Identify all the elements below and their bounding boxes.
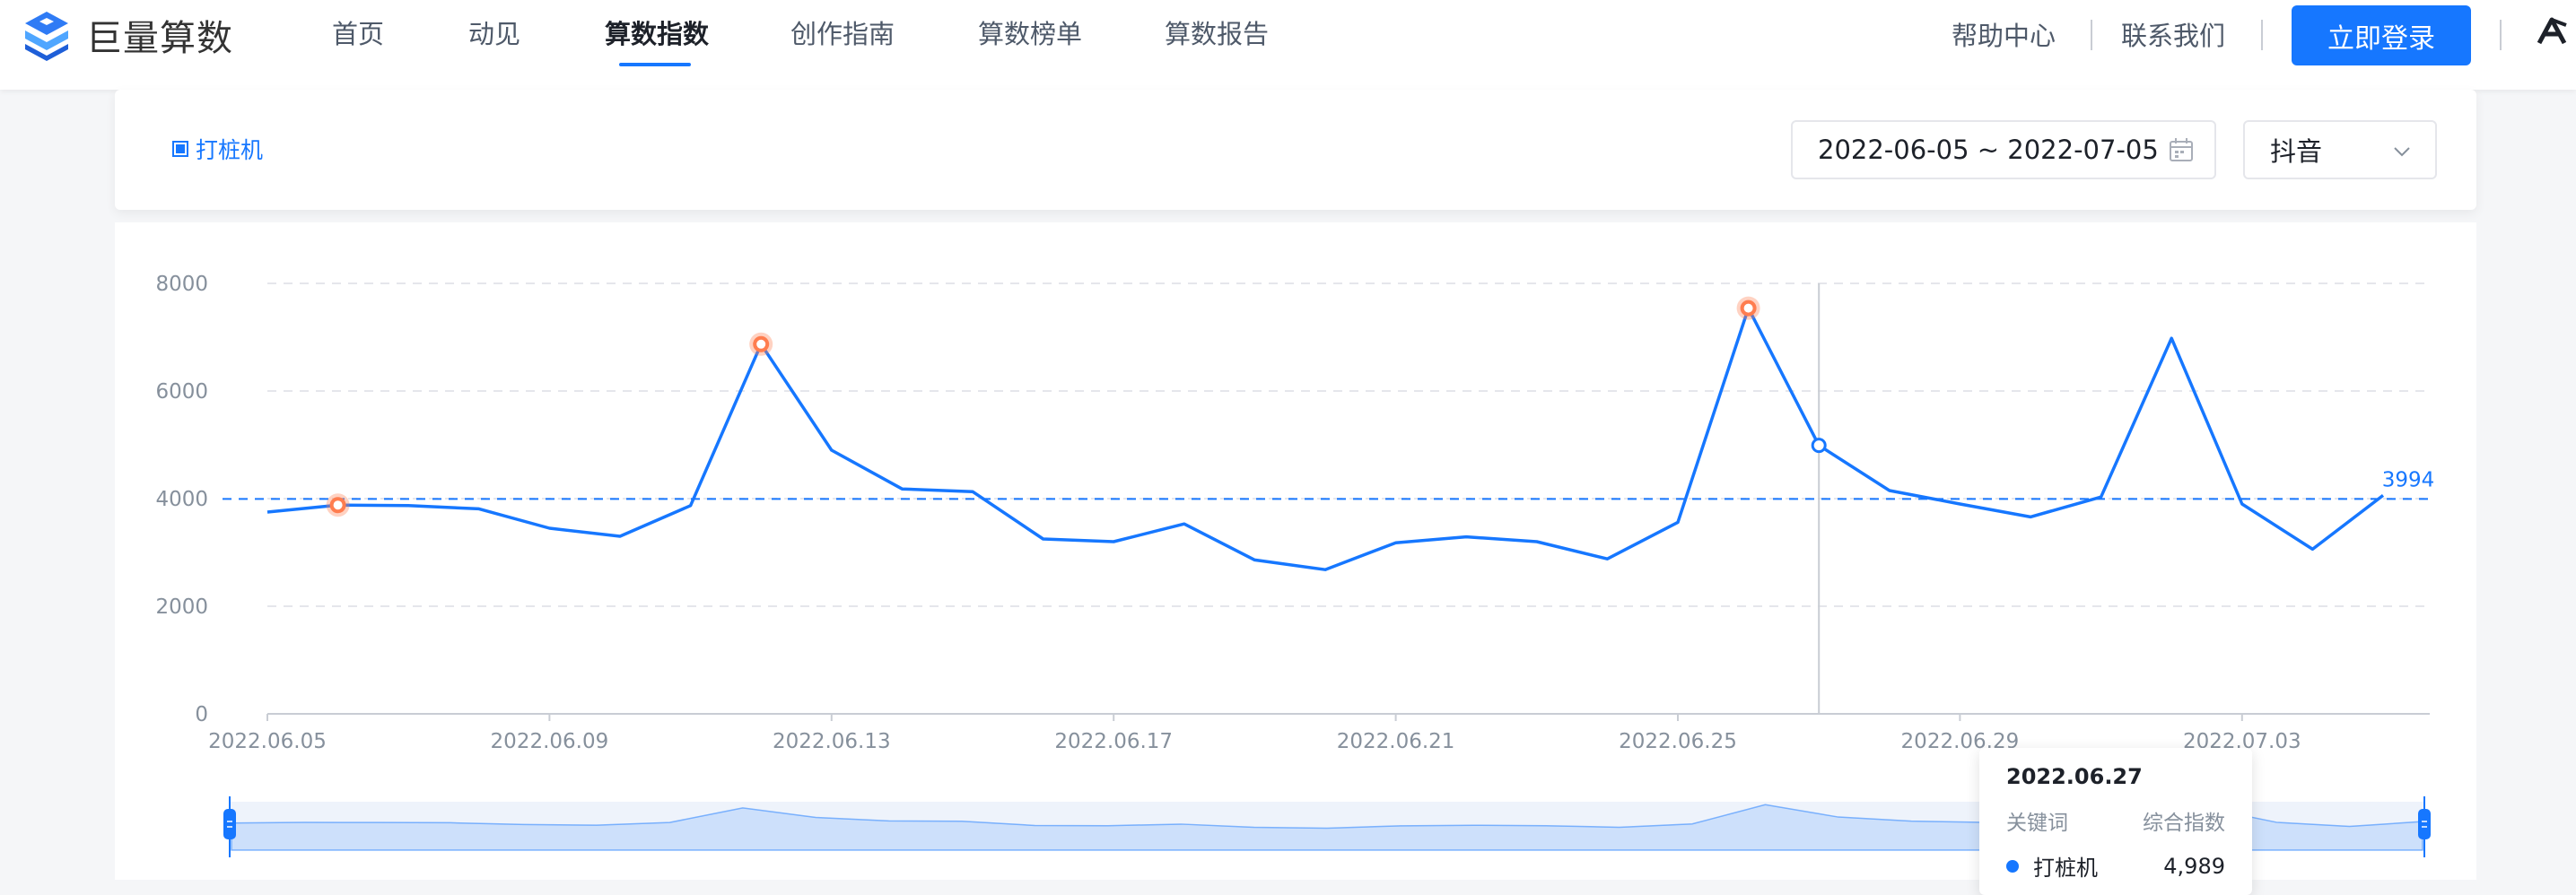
data-point [1182, 521, 1187, 526]
data-point [2099, 494, 2104, 500]
data-point [2240, 501, 2245, 507]
data-point [265, 509, 270, 515]
y-tick-label: 2000 [155, 595, 208, 619]
brand-logo[interactable]: 巨量算数 [20, 5, 233, 65]
platform-value: 抖音 [2270, 136, 2323, 167]
slider-right-handle[interactable] [2418, 809, 2431, 839]
data-point [688, 503, 694, 508]
chevron-down-icon [2394, 147, 2410, 157]
data-point [476, 506, 482, 511]
filter-card: 打桩机 2022-06-05 ~ 2022-07-05 抖音 [115, 90, 2476, 210]
y-tick-label: 0 [195, 703, 208, 726]
tooltip-keyword: 打桩机 [2033, 856, 2098, 881]
tooltip-row: 打桩机 4,989 [2006, 850, 2225, 882]
platform-select[interactable]: 抖音 [2243, 120, 2437, 179]
hover-point [1811, 438, 1827, 454]
x-tick-label: 2022.06.25 [1619, 730, 1737, 753]
divider [2261, 20, 2263, 50]
series-dot-icon [2006, 859, 2019, 873]
x-tick-label: 2022.06.09 [491, 730, 609, 753]
data-point [406, 503, 411, 508]
x-tick-label: 2022.06.17 [1054, 730, 1173, 753]
nav-rankings[interactable]: 算数榜单 [978, 14, 1082, 54]
data-point [2169, 335, 2174, 341]
x-tick-label: 2022.06.05 [208, 730, 327, 753]
data-point [1041, 536, 1046, 542]
data-point [1393, 540, 1399, 545]
nav-dongjian[interactable]: 动见 [468, 14, 520, 54]
tooltip-col-keyword: 关键词 [2006, 812, 2068, 835]
nav-suanshu-index[interactable]: 算数指数 [605, 14, 709, 54]
nav-active-indicator [619, 63, 691, 66]
keyword-label: 打桩机 [196, 137, 264, 163]
divider [2500, 20, 2502, 50]
y-tick-label: 8000 [155, 273, 208, 296]
data-point [1604, 556, 1610, 561]
brand-name: 巨量算数 [86, 18, 233, 59]
data-point [1675, 519, 1681, 525]
keyword-legend-item[interactable]: 打桩机 [172, 133, 263, 165]
data-point [1957, 501, 1962, 507]
nav-creation-guide[interactable]: 创作指南 [790, 14, 895, 54]
contact-us-link[interactable]: 联系我们 [2121, 16, 2225, 56]
data-point [899, 486, 904, 491]
data-point [1887, 488, 1892, 493]
series-line [266, 306, 2385, 571]
data-point [1463, 534, 1469, 540]
login-button[interactable]: 立即登录 [2292, 5, 2471, 65]
trend-chart-card: 0 2000 4000 6000 8000 2022.06.05 2022.06.09 202… [115, 222, 2476, 895]
slider-left-handle[interactable] [223, 809, 236, 839]
y-tick-label: 6000 [155, 380, 208, 404]
date-range-value: 2022-06-05 ~ 2022-07-05 [1818, 135, 2159, 165]
peak-marker [1740, 300, 1757, 317]
nav-home[interactable]: 首页 [332, 14, 384, 54]
data-point [1534, 539, 1540, 544]
top-navigation-bar: 巨量算数 首页 动见 算数指数 创作指南 算数榜单 算数报告 帮助中心 联系我们… [0, 0, 2576, 90]
data-point [1323, 567, 1328, 572]
data-point [617, 534, 623, 539]
data-point [2310, 546, 2315, 552]
data-point [829, 448, 834, 453]
data-point [1252, 557, 1257, 562]
tooltip-col-index: 综合指数 [2143, 812, 2225, 835]
x-tick-label: 2022.06.21 [1337, 730, 1455, 753]
data-point [970, 489, 975, 494]
tooltip-header: 关键词 综合指数 [2006, 805, 2225, 836]
nav-reports[interactable]: 算数报告 [1165, 14, 1269, 54]
tooltip-value: 4,989 [2163, 853, 2225, 879]
peak-marker [753, 335, 770, 352]
divider [2091, 20, 2092, 50]
data-point [546, 526, 552, 531]
calendar-icon [2170, 138, 2193, 161]
app-switch-icon[interactable] [2532, 13, 2572, 52]
data-point [2380, 492, 2386, 498]
peak-marker [329, 497, 346, 514]
y-tick-label: 4000 [155, 488, 208, 511]
brand-logo-icon [25, 12, 68, 61]
data-point [1111, 539, 1116, 544]
date-range-picker[interactable]: 2022-06-05 ~ 2022-07-05 [1791, 120, 2216, 179]
help-center-link[interactable]: 帮助中心 [1952, 16, 2056, 56]
chart-tooltip: 2022.06.27 关键词 综合指数 打桩机 4,989 [1979, 748, 2252, 895]
tooltip-date: 2022.06.27 [2006, 764, 2143, 789]
x-tick-label: 2022.06.13 [773, 730, 891, 753]
average-line-label: 3994 [2382, 468, 2435, 491]
data-point [2028, 514, 2033, 519]
tooltip-series: 打桩机 [2006, 850, 2098, 882]
keyword-checkbox-icon [172, 141, 188, 157]
